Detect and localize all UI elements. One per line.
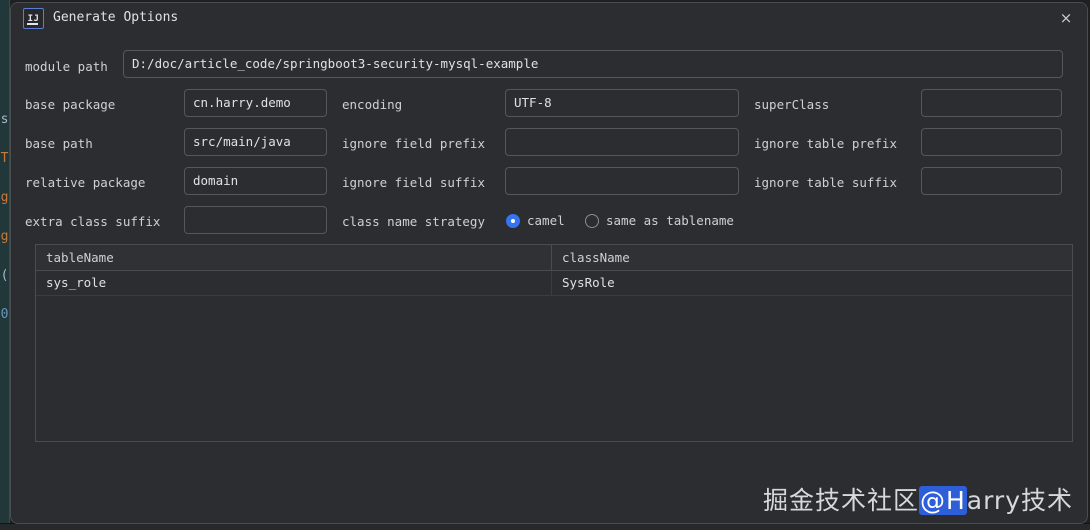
ignore-field-prefix-input[interactable] bbox=[505, 128, 739, 156]
ignore-table-suffix-label: ignore table suffix bbox=[754, 175, 897, 190]
watermark-suffix: arry技术 bbox=[967, 481, 1073, 517]
generate-options-dialog: IJ Generate Options × module path D:/doc… bbox=[10, 2, 1088, 524]
super-class-label: superClass bbox=[754, 97, 829, 112]
encoding-label: encoding bbox=[342, 97, 402, 112]
ignore-table-prefix-input[interactable] bbox=[921, 128, 1062, 156]
editor-char: g bbox=[0, 178, 9, 217]
editor-char: 0 bbox=[0, 295, 9, 334]
ignore-field-suffix-label: ignore field suffix bbox=[342, 175, 485, 190]
cell-tablename: sys_role bbox=[36, 271, 552, 295]
watermark: 掘金技术社区 @Harry技术 bbox=[763, 481, 1073, 517]
watermark-prefix: 掘金技术社区 bbox=[763, 481, 919, 517]
editor-char: ( bbox=[0, 256, 9, 295]
radio-camel-label: camel bbox=[527, 213, 565, 228]
intellij-idea-icon: IJ bbox=[23, 8, 44, 29]
base-path-label: base path bbox=[25, 136, 93, 151]
tables-panel: tableName className sys_role SysRole bbox=[35, 244, 1073, 442]
editor-char: s bbox=[0, 100, 9, 139]
editor-left-code-strip: s T g g ( 0 bbox=[0, 100, 9, 334]
radio-selected-icon bbox=[506, 214, 520, 228]
radio-same-as-tablename-label: same as tablename bbox=[606, 213, 734, 228]
editor-char: T bbox=[0, 139, 9, 178]
table-row[interactable]: sys_role SysRole bbox=[36, 271, 1072, 296]
class-name-strategy-label: class name strategy bbox=[342, 214, 485, 229]
relative-package-input[interactable]: domain bbox=[184, 167, 327, 195]
radio-camel[interactable]: camel bbox=[506, 213, 565, 228]
base-package-label: base package bbox=[25, 97, 115, 112]
close-icon[interactable]: × bbox=[1055, 7, 1077, 29]
radio-unselected-icon bbox=[585, 214, 599, 228]
ignore-field-suffix-input[interactable] bbox=[505, 167, 739, 195]
relative-package-label: relative package bbox=[25, 175, 145, 190]
module-path-label: module path bbox=[25, 59, 108, 74]
ignore-table-prefix-label: ignore table prefix bbox=[754, 136, 897, 151]
column-header-classname[interactable]: className bbox=[552, 245, 1072, 270]
encoding-input[interactable]: UTF-8 bbox=[505, 89, 739, 117]
radio-same-as-tablename[interactable]: same as tablename bbox=[585, 213, 734, 228]
watermark-highlight: @H bbox=[919, 486, 967, 515]
cell-classname: SysRole bbox=[552, 271, 1072, 295]
editor-status-bar bbox=[0, 523, 1090, 530]
base-package-input[interactable]: cn.harry.demo bbox=[184, 89, 327, 117]
extra-class-suffix-input[interactable] bbox=[184, 206, 327, 234]
ignore-field-prefix-label: ignore field prefix bbox=[342, 136, 485, 151]
dialog-title: Generate Options bbox=[53, 10, 178, 25]
extra-class-suffix-label: extra class suffix bbox=[25, 214, 160, 229]
module-path-input[interactable]: D:/doc/article_code/springboot3-security… bbox=[123, 50, 1063, 78]
dialog-titlebar: IJ Generate Options × bbox=[11, 3, 1087, 33]
ignore-table-suffix-input[interactable] bbox=[921, 167, 1062, 195]
super-class-input[interactable] bbox=[921, 89, 1062, 117]
column-header-tablename[interactable]: tableName bbox=[36, 245, 552, 270]
editor-char: g bbox=[0, 217, 9, 256]
table-header-row: tableName className bbox=[36, 245, 1072, 271]
base-path-input[interactable]: src/main/java bbox=[184, 128, 327, 156]
